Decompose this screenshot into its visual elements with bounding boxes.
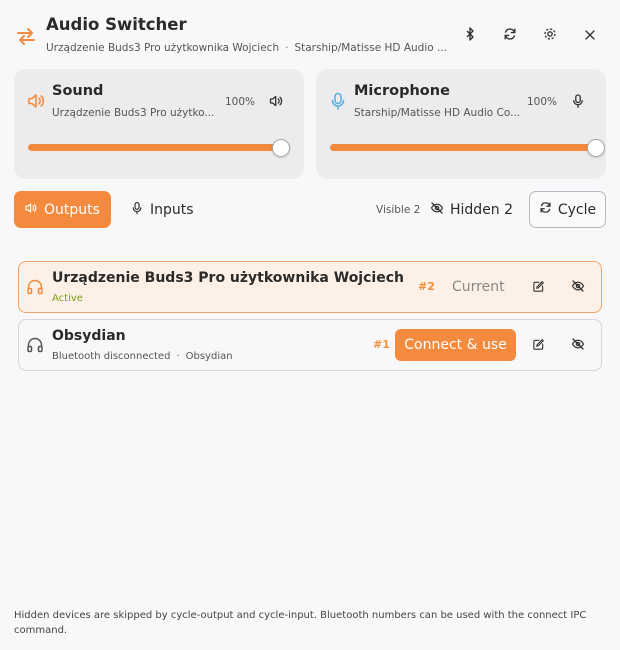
sound-mute-button[interactable] (268, 93, 284, 109)
headphones-icon (26, 278, 44, 296)
audio-switcher-window: Audio Switcher Urządzenie Buds3 Pro użyt… (0, 0, 620, 650)
headphones-icon (26, 336, 44, 354)
sound-volume-percent: 100% (225, 96, 256, 108)
hidden-devices-button[interactable]: Hidden 2 (430, 196, 513, 224)
microphone-volume-percent: 100% (527, 96, 558, 108)
microphone-slider-handle[interactable] (587, 139, 605, 157)
cycle-label: Cycle (557, 201, 597, 218)
settings-button[interactable] (539, 24, 561, 46)
sound-device-name: Urządzenie Buds3 Pro użytko... (52, 107, 215, 119)
refresh-icon (539, 201, 552, 218)
microphone-icon (130, 201, 144, 219)
visible-count: Visible 2 (376, 204, 421, 216)
microphone-mute-button[interactable] (570, 93, 586, 109)
refresh-icon (503, 26, 517, 45)
microphone-slider-fill (330, 144, 592, 151)
sound-card: Sound Urządzenie Buds3 Pro użytko... 100… (14, 69, 304, 179)
device-name: Obsydian (52, 328, 126, 344)
cycle-button[interactable]: Cycle (529, 191, 606, 228)
device-row[interactable]: Obsydian Bluetooth disconnected · Obsydian… (18, 319, 602, 371)
microphone-icon (328, 91, 348, 111)
subtitle-output-device: Urządzenie Buds3 Pro użytkownika Wojciec… (46, 42, 280, 54)
microphone-title: Microphone (354, 83, 450, 99)
rename-button[interactable] (529, 336, 547, 354)
tab-inputs[interactable]: Inputs (120, 191, 200, 228)
header: Audio Switcher Urządzenie Buds3 Pro użyt… (0, 0, 620, 64)
sound-volume-slider[interactable] (28, 139, 290, 157)
bluetooth-icon (463, 26, 477, 45)
device-alias: Obsydian (185, 351, 233, 362)
current-label: Current (452, 279, 505, 295)
subtitle-separator: · (285, 42, 289, 54)
rename-button[interactable] (529, 278, 547, 296)
app-title: Audio Switcher (46, 15, 187, 34)
tab-outputs-label: Outputs (44, 201, 100, 218)
device-row[interactable]: Urządzenie Buds3 Pro użytkownika Wojciec… (18, 261, 602, 313)
eye-off-icon (430, 201, 444, 219)
bluetooth-button[interactable] (459, 24, 481, 46)
device-name: Urządzenie Buds3 Pro użytkownika Wojciec… (52, 270, 404, 286)
microphone-card: Microphone Starship/Matisse HD Audio Co.… (316, 69, 606, 179)
hide-device-button[interactable] (569, 278, 587, 296)
hidden-devices-label: Hidden 2 (450, 202, 514, 218)
speaker-icon (26, 91, 46, 111)
sound-title: Sound (52, 83, 104, 99)
eye-off-icon (571, 278, 585, 297)
eye-off-icon (571, 336, 585, 355)
header-subtitle: Urządzenie Buds3 Pro użytkownika Wojciec… (46, 42, 447, 54)
settings-icon (543, 26, 557, 45)
edit-icon (532, 278, 545, 297)
close-button[interactable] (579, 24, 601, 46)
sound-slider-handle[interactable] (272, 139, 290, 157)
tab-outputs[interactable]: Outputs (14, 191, 111, 228)
bluetooth-number: #2 (418, 280, 435, 293)
close-icon (584, 26, 596, 45)
refresh-button[interactable] (499, 24, 521, 46)
tab-inputs-label: Inputs (150, 201, 194, 218)
microphone-volume-slider[interactable] (330, 139, 605, 157)
device-connection-status: Bluetooth disconnected (52, 351, 171, 362)
subtitle-input-device: Starship/Matisse HD Audio ... (294, 42, 448, 54)
microphone-device-name: Starship/Matisse HD Audio Co... (354, 107, 521, 119)
status-separator: · (176, 351, 180, 362)
speaker-icon (24, 201, 38, 219)
edit-icon (532, 336, 545, 355)
footer-hint: Hidden devices are skipped by cycle-outp… (14, 610, 587, 636)
sound-slider-fill (28, 144, 290, 151)
connect-and-use-button[interactable]: Connect & use (395, 329, 516, 361)
device-status: Active (52, 293, 83, 304)
device-status: Bluetooth disconnected · Obsydian (52, 351, 233, 362)
swap-arrows-icon (14, 24, 38, 48)
bluetooth-number: #1 (373, 338, 390, 351)
hide-device-button[interactable] (569, 336, 587, 354)
